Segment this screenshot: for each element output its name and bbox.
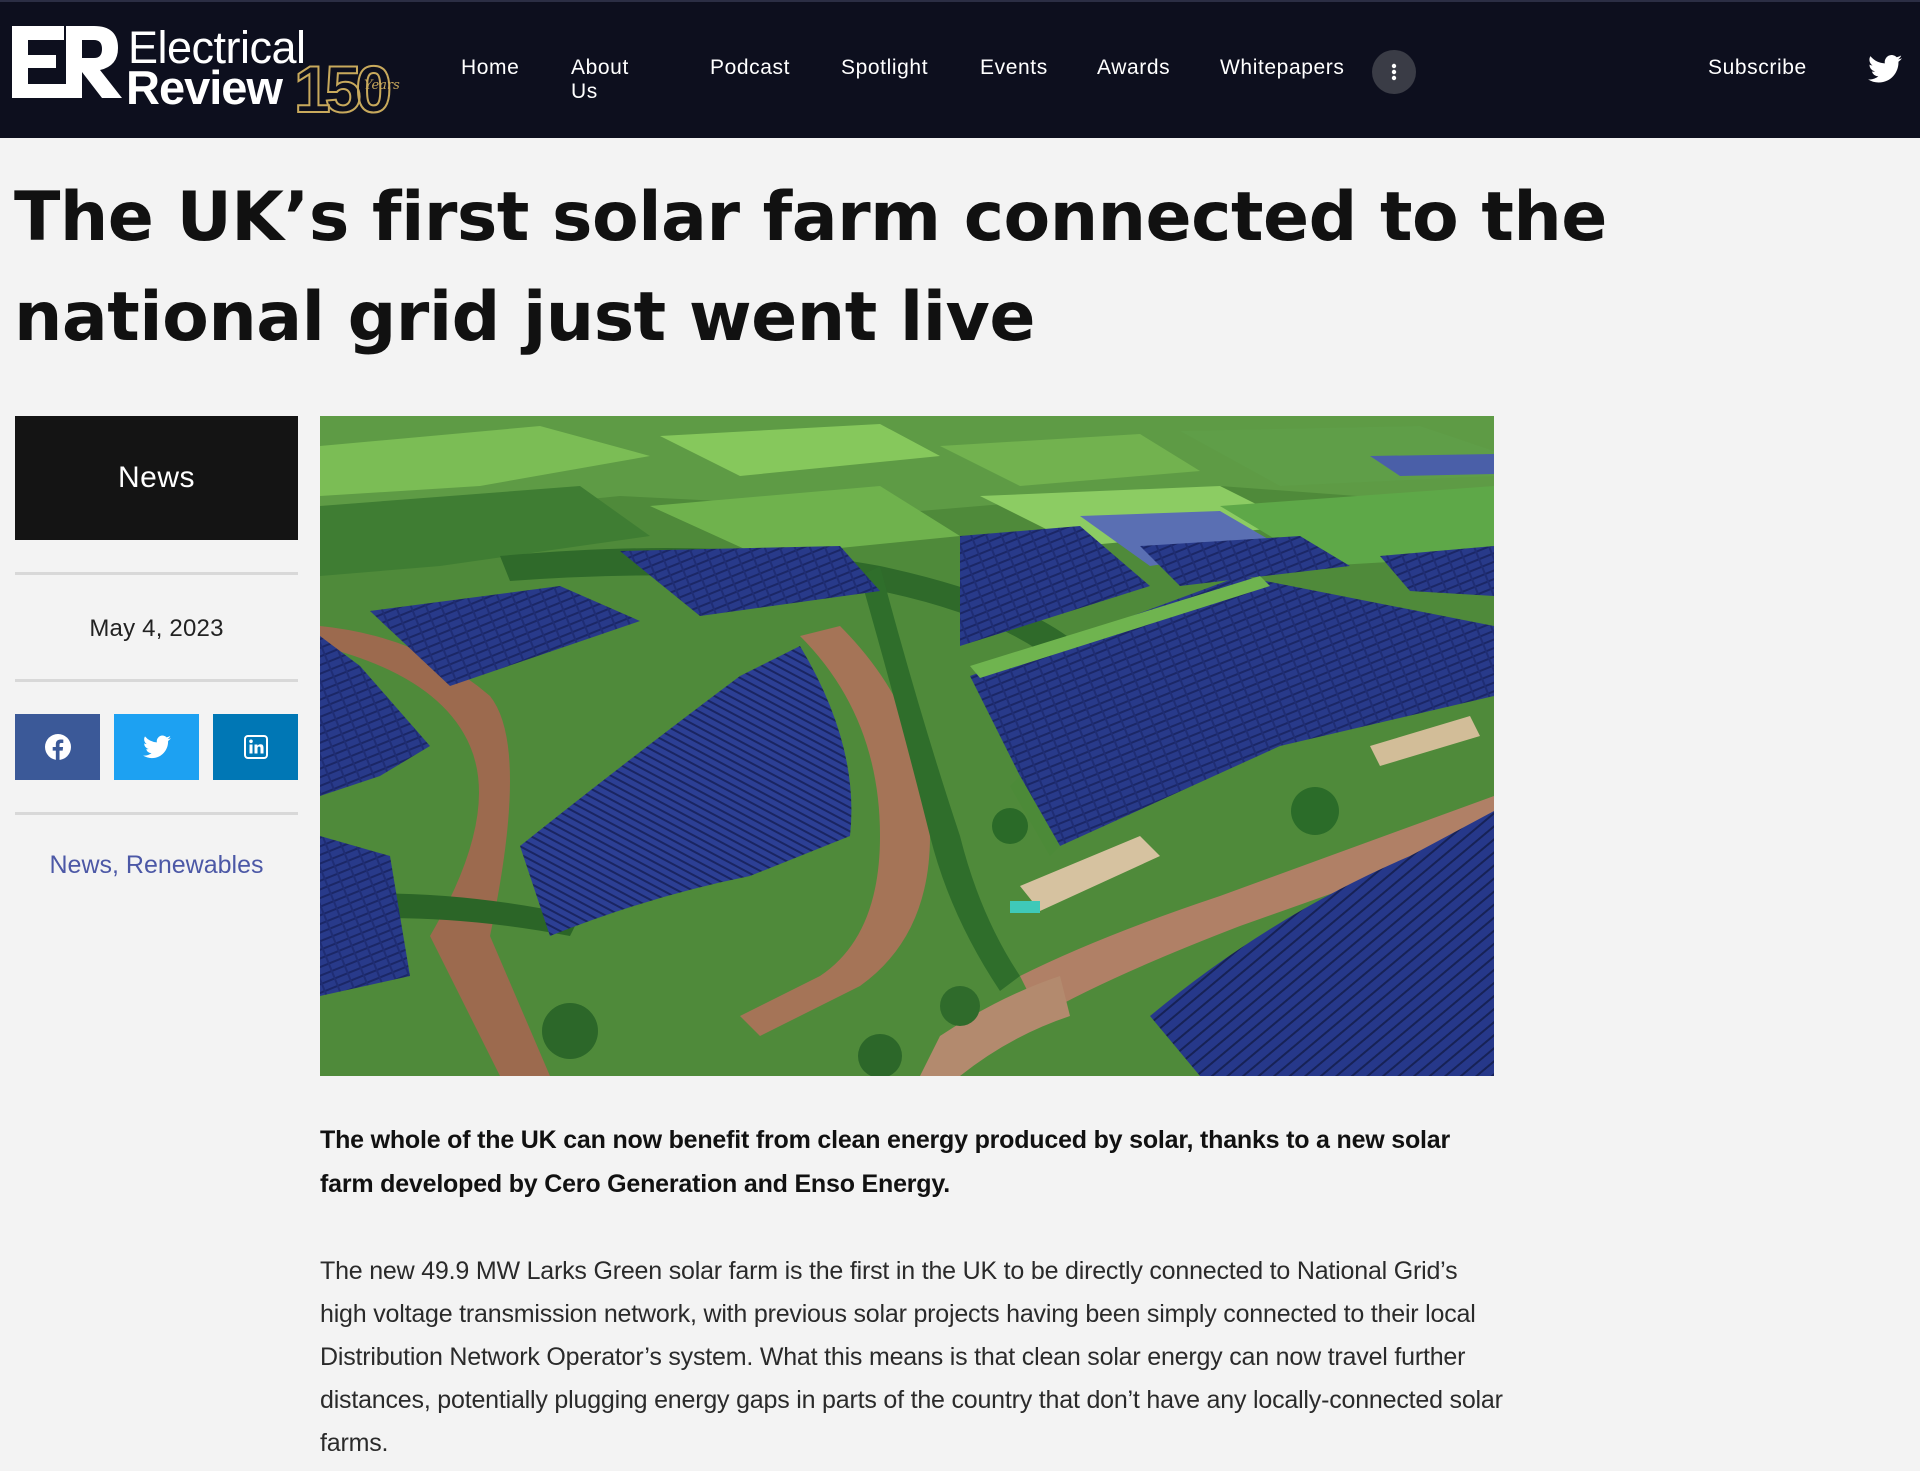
nav-item-podcast[interactable]: Podcast [710,56,790,80]
article-meta-sidebar: News May 4, 2023 News, Renewables [15,416,298,880]
share-linkedin-button[interactable] [213,714,298,780]
share-facebook-button[interactable] [15,714,100,780]
tag-link-news[interactable]: News [49,851,112,879]
facebook-icon [44,734,71,760]
linkedin-icon [243,735,268,759]
twitter-nav-link[interactable] [1868,54,1902,89]
nav-item-awards[interactable]: Awards [1097,56,1170,80]
nav-item-home[interactable]: Home [461,56,519,80]
nav-item-whitepapers[interactable]: Whitepapers [1220,56,1345,80]
article-body-paragraph: The new 49.9 MW Larks Green solar farm i… [320,1257,1503,1457]
aerial-solar-farm-photo [320,416,1494,1076]
logo-text-review: Review [126,61,283,114]
share-buttons [15,714,298,780]
twitter-icon [1868,55,1902,83]
tag-link-renewables[interactable]: Renewables [126,851,264,879]
site-logo[interactable]: Electrical Review 150 Years [12,22,422,122]
nav-item-events[interactable]: Events [980,56,1048,80]
article-lead: The whole of the UK can now benefit from… [320,1126,1451,1198]
subscribe-link[interactable]: Subscribe [1708,56,1807,80]
nav-item-spotlight[interactable]: Spotlight [841,56,928,80]
hero-image [320,416,1494,1076]
twitter-icon [142,735,171,759]
tag-separator: , [112,851,126,879]
vertical-dots-icon [1391,63,1397,81]
top-navigation-bar: Electrical Review 150 Years Home About U… [0,0,1920,138]
article-tags: News, Renewables [15,851,298,880]
category-badge[interactable]: News [15,416,298,540]
nav-item-about-us[interactable]: About Us [571,56,629,104]
more-menu-button[interactable] [1372,50,1416,94]
anniversary-years-text: Years [364,78,400,93]
article-title: The UK’s first solar farm connected to t… [14,178,1607,357]
publish-date: May 4, 2023 [89,615,224,642]
er-logo-mark [12,26,122,98]
share-twitter-button[interactable] [114,714,199,780]
